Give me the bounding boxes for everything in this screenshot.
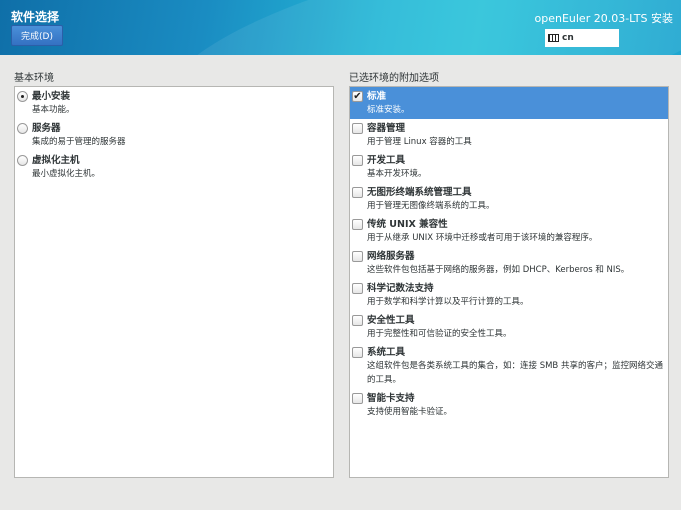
option-title: 标准 [367, 91, 387, 102]
page-title: 软件选择 [11, 10, 60, 24]
option-title: 网络服务器 [367, 251, 415, 262]
option-desc: 基本功能。 [32, 105, 75, 115]
addon-option[interactable]: ✔ 标准标准安装。 [350, 87, 668, 119]
option-title: 开发工具 [367, 155, 406, 166]
checkbox[interactable] [352, 187, 363, 198]
base-env-option[interactable]: 服务器集成的易于管理的服务器 [15, 119, 333, 151]
keyboard-layout-label: cn [562, 33, 574, 43]
option-desc: 用于管理无图像终端系统的工具。 [367, 201, 495, 211]
checkbox[interactable] [352, 251, 363, 262]
base-env-option[interactable]: 最小安装 基本功能。 [15, 87, 333, 119]
option-desc: 标准安装。 [367, 105, 410, 115]
option-desc: 这组软件包是各类系统工具的集合，如：连接 SMB 共享的客户；监控网络交通的工具… [367, 361, 663, 385]
addon-option[interactable]: 容器管理用于管理 Linux 容器的工具 [350, 119, 668, 151]
checkbox[interactable] [352, 283, 363, 294]
addons-label: 已选环境的附加选项 [349, 73, 439, 84]
option-title: 最小安装 [32, 91, 71, 102]
option-desc: 用于管理 Linux 容器的工具 [367, 137, 472, 147]
keyboard-layout-indicator[interactable]: cn [545, 29, 619, 47]
addon-option[interactable]: 安全性工具用于完整性和可信验证的安全性工具。 [350, 311, 668, 343]
checkbox[interactable] [352, 315, 363, 326]
option-desc: 最小虚拟化主机。 [32, 169, 101, 179]
option-desc: 支持使用智能卡验证。 [367, 407, 453, 417]
option-title: 系统工具 [367, 347, 406, 358]
option-title: 传统 UNIX 兼容性 [367, 219, 448, 230]
option-desc: 用于数学和科学计算以及平行计算的工具。 [367, 297, 529, 307]
option-title: 服务器 [32, 123, 61, 134]
checkbox[interactable] [352, 123, 363, 134]
addon-option[interactable]: 开发工具基本开发环境。 [350, 151, 668, 183]
option-title: 虚拟化主机 [32, 155, 80, 166]
radio-button[interactable] [17, 91, 28, 102]
addon-option[interactable]: 网络服务器这些软件包包括基于网络的服务器，例如 DHCP、Kerberos 和 … [350, 247, 668, 279]
base-env-option[interactable]: 虚拟化主机最小虚拟化主机。 [15, 151, 333, 183]
option-title: 科学记数法支持 [367, 283, 434, 294]
addon-option[interactable]: 传统 UNIX 兼容性用于从继承 UNIX 环境中迁移或者可用于该环境的兼容程序… [350, 215, 668, 247]
addon-option[interactable]: 系统工具这组软件包是各类系统工具的集合，如：连接 SMB 共享的客户；监控网络交… [350, 343, 668, 389]
header-bar: 软件选择 完成(D) openEuler 20.03-LTS 安装 cn [0, 0, 681, 55]
checkbox[interactable] [352, 155, 363, 166]
option-desc: 基本开发环境。 [367, 169, 427, 179]
product-title: openEuler 20.03-LTS 安装 [534, 12, 674, 25]
base-env-label: 基本环境 [14, 73, 54, 84]
option-title: 智能卡支持 [367, 393, 415, 404]
addon-option[interactable]: 智能卡支持支持使用智能卡验证。 [350, 389, 668, 421]
radio-button[interactable] [17, 123, 28, 134]
checkbox[interactable]: ✔ [352, 91, 363, 102]
done-button[interactable]: 完成(D) [11, 25, 63, 46]
addon-option[interactable]: 无图形终端系统管理工具用于管理无图像终端系统的工具。 [350, 183, 668, 215]
addon-option[interactable]: 科学记数法支持用于数学和科学计算以及平行计算的工具。 [350, 279, 668, 311]
option-desc: 用于完整性和可信验证的安全性工具。 [367, 329, 512, 339]
addons-list: ✔ 标准标准安装。容器管理用于管理 Linux 容器的工具 开发工具基本开发环境。无… [349, 86, 669, 478]
radio-button[interactable] [17, 155, 28, 166]
option-desc: 用于从继承 UNIX 环境中迁移或者可用于该环境的兼容程序。 [367, 233, 598, 243]
keyboard-icon [548, 34, 559, 42]
checkbox[interactable] [352, 219, 363, 230]
option-title: 安全性工具 [367, 315, 415, 326]
option-desc: 集成的易于管理的服务器 [32, 137, 126, 147]
option-title: 容器管理 [367, 123, 406, 134]
checkbox[interactable] [352, 393, 363, 404]
base-env-list: 最小安装基本功能。服务器集成的易于管理的服务器 虚拟化主机最小虚拟化主机。 [14, 86, 334, 478]
option-title: 无图形终端系统管理工具 [367, 187, 472, 198]
checkbox[interactable] [352, 347, 363, 358]
option-desc: 这些软件包包括基于网络的服务器，例如 DHCP、Kerberos 和 NIS。 [367, 265, 630, 275]
